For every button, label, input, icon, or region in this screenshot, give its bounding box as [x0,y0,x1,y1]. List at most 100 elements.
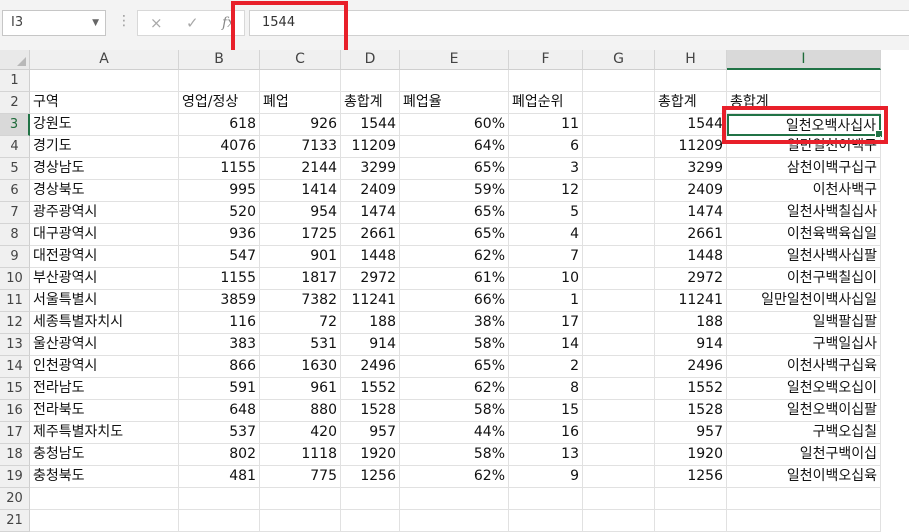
drag-handle-icon[interactable]: ⋮ [117,14,131,28]
cell-i12[interactable]: 일백팔십팔 [727,312,881,334]
cell-h20[interactable] [655,488,727,510]
cell-f18[interactable]: 13 [509,444,583,466]
cell-e7[interactable]: 65% [400,202,509,224]
cell-b14[interactable]: 866 [179,356,260,378]
cell-b2[interactable]: 영업/정상 [179,92,260,114]
cell-g10[interactable] [583,268,655,290]
cell-b5[interactable]: 1155 [179,158,260,180]
cell-a12[interactable]: 세종특별자치시 [30,312,179,334]
cell-f9[interactable]: 7 [509,246,583,268]
cell-f14[interactable]: 2 [509,356,583,378]
cell-a13[interactable]: 울산광역시 [30,334,179,356]
cell-f6[interactable]: 12 [509,180,583,202]
column-header-i[interactable]: I [727,50,881,70]
cell-d8[interactable]: 2661 [341,224,400,246]
enter-icon[interactable]: ✓ [186,14,199,32]
cell-e21[interactable] [400,510,509,532]
cell-g21[interactable] [583,510,655,532]
cell-i8[interactable]: 이천육백육십일 [727,224,881,246]
cell-d10[interactable]: 2972 [341,268,400,290]
cell-i19[interactable]: 일천이백오십육 [727,466,881,488]
cell-e3[interactable]: 60% [400,114,509,136]
cell-c11[interactable]: 7382 [260,290,341,312]
cell-f11[interactable]: 1 [509,290,583,312]
cell-c6[interactable]: 1414 [260,180,341,202]
cell-i2[interactable]: 총합계 [727,92,881,114]
cell-b4[interactable]: 4076 [179,136,260,158]
cell-a20[interactable] [30,488,179,510]
cell-b8[interactable]: 936 [179,224,260,246]
cell-g8[interactable] [583,224,655,246]
cell-a8[interactable]: 대구광역시 [30,224,179,246]
row-header-21[interactable]: 21 [0,510,30,532]
row-header-14[interactable]: 14 [0,356,30,378]
row-header-5[interactable]: 5 [0,158,30,180]
cell-a21[interactable] [30,510,179,532]
cell-c8[interactable]: 1725 [260,224,341,246]
cell-a9[interactable]: 대전광역시 [30,246,179,268]
cell-g11[interactable] [583,290,655,312]
cell-b16[interactable]: 648 [179,400,260,422]
cell-h11[interactable]: 11241 [655,290,727,312]
cell-b7[interactable]: 520 [179,202,260,224]
row-header-10[interactable]: 10 [0,268,30,290]
cell-c15[interactable]: 961 [260,378,341,400]
cell-d9[interactable]: 1448 [341,246,400,268]
cell-d20[interactable] [341,488,400,510]
cell-e17[interactable]: 44% [400,422,509,444]
cell-f7[interactable]: 5 [509,202,583,224]
cell-i13[interactable]: 구백일십사 [727,334,881,356]
row-header-19[interactable]: 19 [0,466,30,488]
cell-d14[interactable]: 2496 [341,356,400,378]
cell-f16[interactable]: 15 [509,400,583,422]
cell-g17[interactable] [583,422,655,444]
cell-h8[interactable]: 2661 [655,224,727,246]
cell-c1[interactable] [260,70,341,92]
cell-c18[interactable]: 1118 [260,444,341,466]
cell-g5[interactable] [583,158,655,180]
cell-b21[interactable] [179,510,260,532]
cell-f1[interactable] [509,70,583,92]
cell-d21[interactable] [341,510,400,532]
cell-g19[interactable] [583,466,655,488]
cell-d15[interactable]: 1552 [341,378,400,400]
cell-d2[interactable]: 총합계 [341,92,400,114]
cell-g2[interactable] [583,92,655,114]
cell-e8[interactable]: 65% [400,224,509,246]
cell-i11[interactable]: 일만일천이백사십일 [727,290,881,312]
cell-d7[interactable]: 1474 [341,202,400,224]
cell-g14[interactable] [583,356,655,378]
column-header-f[interactable]: F [509,50,583,70]
cell-a1[interactable] [30,70,179,92]
cell-a17[interactable]: 제주특별자치도 [30,422,179,444]
cell-e6[interactable]: 59% [400,180,509,202]
name-box[interactable]: I3 ▼ [2,10,106,36]
cell-h14[interactable]: 2496 [655,356,727,378]
column-header-a[interactable]: A [30,50,179,70]
column-header-e[interactable]: E [400,50,509,70]
cell-g13[interactable] [583,334,655,356]
cell-b1[interactable] [179,70,260,92]
cell-b17[interactable]: 537 [179,422,260,444]
cell-h18[interactable]: 1920 [655,444,727,466]
cell-c17[interactable]: 420 [260,422,341,444]
cell-g12[interactable] [583,312,655,334]
cell-g18[interactable] [583,444,655,466]
cell-e5[interactable]: 65% [400,158,509,180]
cell-f19[interactable]: 9 [509,466,583,488]
cell-e1[interactable] [400,70,509,92]
cell-b18[interactable]: 802 [179,444,260,466]
cell-b11[interactable]: 3859 [179,290,260,312]
cell-d5[interactable]: 3299 [341,158,400,180]
cell-a10[interactable]: 부산광역시 [30,268,179,290]
cell-i3[interactable]: 일천오백사십사 [727,114,883,138]
cell-a7[interactable]: 광주광역시 [30,202,179,224]
cell-f17[interactable]: 16 [509,422,583,444]
cell-b6[interactable]: 995 [179,180,260,202]
row-header-20[interactable]: 20 [0,488,30,510]
cell-i14[interactable]: 이천사백구십육 [727,356,881,378]
cell-i21[interactable] [727,510,881,532]
cell-h6[interactable]: 2409 [655,180,727,202]
cell-a6[interactable]: 경상북도 [30,180,179,202]
cell-c10[interactable]: 1817 [260,268,341,290]
